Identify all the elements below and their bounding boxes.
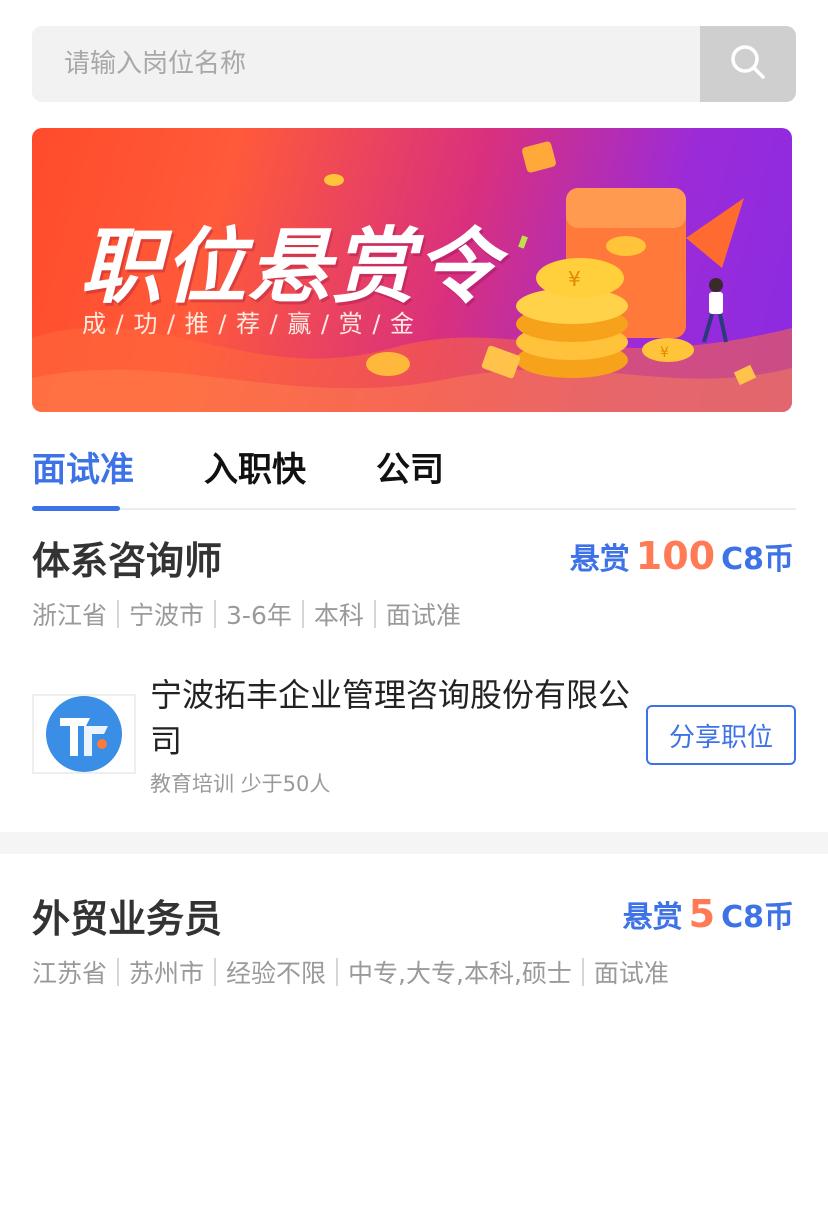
job-title[interactable]: 体系咨询师: [32, 530, 222, 585]
reward-unit: C8币: [721, 900, 794, 935]
tag-city: 宁波市: [129, 601, 205, 630]
tag-separator: [214, 958, 217, 986]
reward-label: 悬赏: [569, 542, 630, 577]
search-input[interactable]: [32, 26, 700, 102]
tag-separator: [117, 958, 120, 986]
tag-feature: 面试准: [593, 959, 669, 988]
company-logo-icon: [46, 696, 122, 772]
company-logo[interactable]: [32, 694, 136, 774]
search-icon: [729, 43, 767, 85]
tab-company[interactable]: 公司: [376, 442, 444, 491]
company-meta: 教育培训 少于50人: [150, 772, 331, 796]
tag-separator: [301, 600, 304, 628]
tag-separator: [581, 958, 584, 986]
job-title[interactable]: 外贸业务员: [32, 888, 222, 943]
banner-subtitle: 成 / 功 / 推 / 荐 / 赢 / 赏 / 金: [82, 310, 416, 338]
job-tags: 江苏省 苏州市 经验不限 中专,大专,本科,硕士 面试准: [32, 954, 669, 990]
tab-onboard[interactable]: 入职快: [204, 442, 306, 491]
tag-education: 中专,大专,本科,硕士: [348, 959, 572, 988]
tag-separator: [117, 600, 120, 628]
filter-tabs: 面试准 入职快 公司: [32, 436, 796, 511]
reward-badge: 悬赏 5 C8币: [623, 892, 794, 936]
reward-amount: 100: [635, 534, 716, 578]
tag-separator: [336, 958, 339, 986]
share-job-button[interactable]: 分享职位: [646, 705, 796, 765]
tag-province: 浙江省: [32, 601, 108, 630]
tag-separator: [373, 600, 376, 628]
job-tags: 浙江省 宁波市 3-6年 本科 面试准: [32, 596, 461, 632]
tag-province: 江苏省: [32, 959, 108, 988]
tab-interview[interactable]: 面试准: [32, 442, 134, 491]
active-tab-indicator: [32, 506, 120, 511]
company-name[interactable]: 宁波拓丰企业管理咨询股份有限公司: [150, 672, 640, 764]
svg-text:¥: ¥: [660, 345, 669, 361]
promo-banner[interactable]: ¥ ¥ 职位悬赏令 成 / 功 / 推 / 荐 / 赢 / 赏 / 金: [32, 128, 792, 412]
reward-badge: 悬赏 100 C8币: [570, 534, 794, 578]
tag-feature: 面试准: [385, 601, 461, 630]
reward-unit: C8币: [721, 542, 794, 577]
banner-title: 职位悬赏令: [80, 220, 500, 315]
tag-education: 本科: [313, 601, 364, 630]
tag-city: 苏州市: [129, 959, 205, 988]
reward-label: 悬赏: [622, 900, 683, 935]
search-button[interactable]: [700, 26, 796, 102]
tag-experience: 3-6年: [226, 601, 292, 630]
section-divider: [0, 832, 828, 854]
svg-text:¥: ¥: [568, 267, 581, 291]
search-bar: [32, 26, 796, 102]
tag-experience: 经验不限: [226, 959, 327, 988]
tag-separator: [214, 600, 217, 628]
reward-amount: 5: [688, 892, 716, 936]
